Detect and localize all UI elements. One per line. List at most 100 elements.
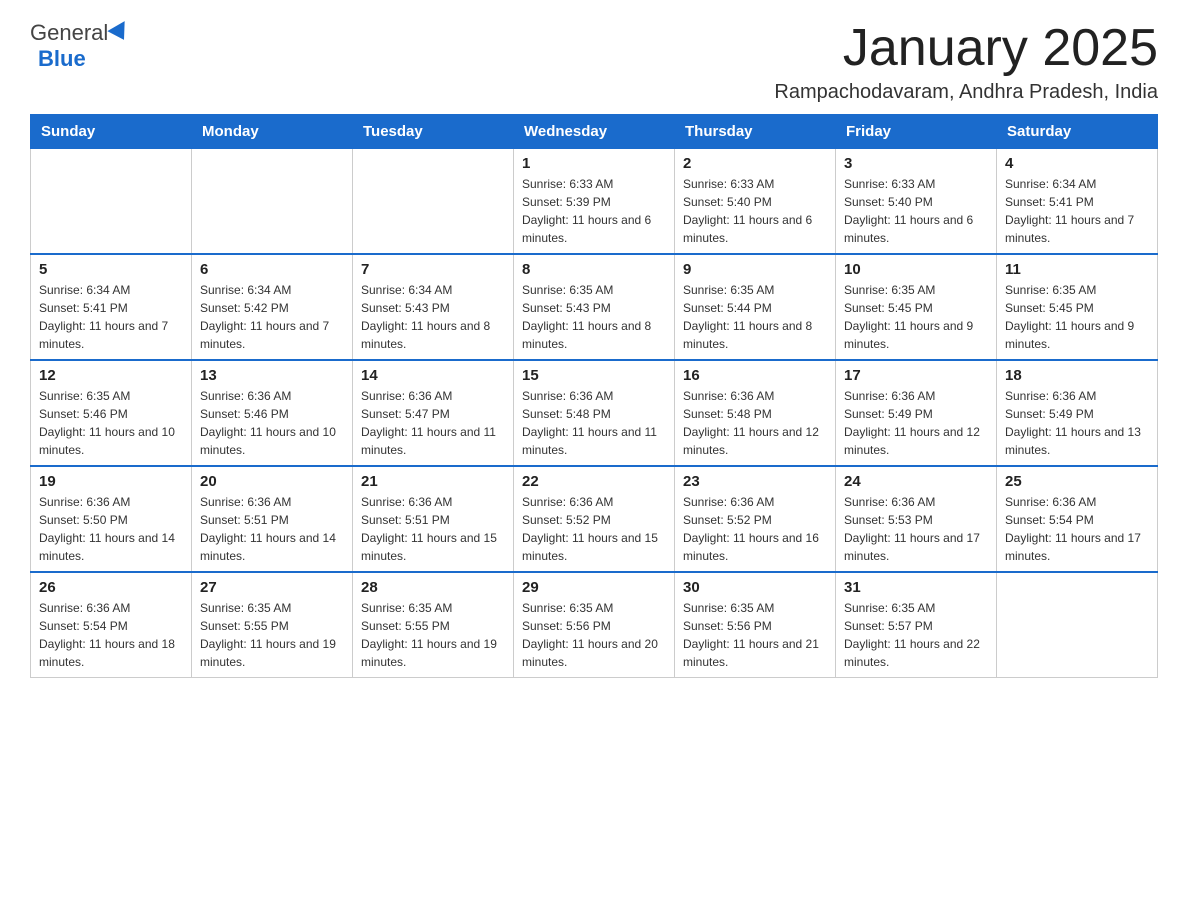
calendar-cell — [31, 149, 192, 255]
logo: General Blue — [30, 20, 132, 72]
day-info: Sunrise: 6:36 AMSunset: 5:48 PMDaylight:… — [522, 387, 666, 459]
calendar-cell: 5 Sunrise: 6:34 AMSunset: 5:41 PMDaylight… — [31, 254, 192, 360]
day-number: 23 — [683, 473, 827, 490]
day-info: Sunrise: 6:36 AMSunset: 5:47 PMDaylight:… — [361, 387, 505, 459]
calendar-header-sunday: Sunday — [31, 115, 192, 149]
day-info: Sunrise: 6:35 AMSunset: 5:55 PMDaylight:… — [200, 599, 344, 671]
calendar-cell: 17 Sunrise: 6:36 AMSunset: 5:49 PMDayligh… — [836, 360, 997, 466]
calendar-week-row: 26Sunrise: 6:36 AMSunset: 5:54 PMDayligh… — [31, 572, 1158, 678]
calendar-week-row: 12Sunrise: 6:35 AMSunset: 5:46 PMDayligh… — [31, 360, 1158, 466]
calendar-cell: 31Sunrise: 6:35 AMSunset: 5:57 PMDayligh… — [836, 572, 997, 678]
day-info: Sunrise: 6:33 AMSunset: 5:40 PMDaylight:… — [844, 175, 988, 247]
calendar-cell — [192, 149, 353, 255]
day-info: Sunrise: 6:36 AMSunset: 5:54 PMDaylight:… — [1005, 493, 1149, 565]
calendar-cell: 7Sunrise: 6:34 AMSunset: 5:43 PMDaylight… — [353, 254, 514, 360]
day-info: Sunrise: 6:34 AMSunset: 5:41 PMDaylight:… — [39, 281, 183, 353]
day-number: 29 — [522, 579, 666, 596]
calendar-header-wednesday: Wednesday — [514, 115, 675, 149]
calendar-cell: 18 Sunrise: 6:36 AMSunset: 5:49 PMDayligh… — [997, 360, 1158, 466]
day-number: 11 — [1005, 261, 1149, 278]
day-info: Sunrise: 6:36 AMSunset: 5:52 PMDaylight:… — [522, 493, 666, 565]
calendar-cell: 8Sunrise: 6:35 AMSunset: 5:43 PMDaylight… — [514, 254, 675, 360]
calendar-cell: 6 Sunrise: 6:34 AMSunset: 5:42 PMDaylight… — [192, 254, 353, 360]
logo-line1: General — [30, 20, 132, 46]
day-info: Sunrise: 6:35 AMSunset: 5:56 PMDaylight:… — [522, 599, 666, 671]
day-number: 20 — [200, 473, 344, 490]
day-number: 15 — [522, 367, 666, 384]
day-number: 8 — [522, 261, 666, 278]
day-number: 5 — [39, 261, 183, 278]
calendar-cell: 11 Sunrise: 6:35 AMSunset: 5:45 PMDayligh… — [997, 254, 1158, 360]
day-info: Sunrise: 6:35 AMSunset: 5:45 PMDaylight:… — [844, 281, 988, 353]
day-number: 26 — [39, 579, 183, 596]
day-info: Sunrise: 6:36 AMSunset: 5:46 PMDaylight:… — [200, 387, 344, 459]
calendar-header-saturday: Saturday — [997, 115, 1158, 149]
calendar-cell: 25 Sunrise: 6:36 AMSunset: 5:54 PMDayligh… — [997, 466, 1158, 572]
day-number: 18 — [1005, 367, 1149, 384]
day-number: 10 — [844, 261, 988, 278]
day-number: 28 — [361, 579, 505, 596]
day-info: Sunrise: 6:35 AMSunset: 5:45 PMDaylight:… — [1005, 281, 1149, 353]
calendar-cell: 24 Sunrise: 6:36 AMSunset: 5:53 PMDayligh… — [836, 466, 997, 572]
day-number: 12 — [39, 367, 183, 384]
page-header: General Blue January 2025 Rampachodavara… — [30, 20, 1158, 104]
day-info: Sunrise: 6:35 AMSunset: 5:56 PMDaylight:… — [683, 599, 827, 671]
day-number: 14 — [361, 367, 505, 384]
calendar-cell: 26Sunrise: 6:36 AMSunset: 5:54 PMDayligh… — [31, 572, 192, 678]
day-number: 4 — [1005, 155, 1149, 172]
day-info: Sunrise: 6:36 AMSunset: 5:50 PMDaylight:… — [39, 493, 183, 565]
calendar-cell: 2 Sunrise: 6:33 AMSunset: 5:40 PMDaylight… — [675, 149, 836, 255]
calendar-cell: 9Sunrise: 6:35 AMSunset: 5:44 PMDaylight… — [675, 254, 836, 360]
day-info: Sunrise: 6:36 AMSunset: 5:51 PMDaylight:… — [200, 493, 344, 565]
day-info: Sunrise: 6:33 AMSunset: 5:39 PMDaylight:… — [522, 175, 666, 247]
day-number: 21 — [361, 473, 505, 490]
calendar-header-tuesday: Tuesday — [353, 115, 514, 149]
day-number: 2 — [683, 155, 827, 172]
calendar-cell — [997, 572, 1158, 678]
calendar-cell: 19 Sunrise: 6:36 AMSunset: 5:50 PMDayligh… — [31, 466, 192, 572]
day-number: 7 — [361, 261, 505, 278]
day-info: Sunrise: 6:36 AMSunset: 5:53 PMDaylight:… — [844, 493, 988, 565]
calendar-header-monday: Monday — [192, 115, 353, 149]
title-block: January 2025 Rampachodavaram, Andhra Pra… — [774, 20, 1158, 104]
day-info: Sunrise: 6:35 AMSunset: 5:57 PMDaylight:… — [844, 599, 988, 671]
day-number: 6 — [200, 261, 344, 278]
calendar-header-thursday: Thursday — [675, 115, 836, 149]
calendar-week-row: 1 Sunrise: 6:33 AMSunset: 5:39 PMDaylight… — [31, 149, 1158, 255]
day-number: 25 — [1005, 473, 1149, 490]
day-info: Sunrise: 6:35 AMSunset: 5:55 PMDaylight:… — [361, 599, 505, 671]
calendar-cell: 10 Sunrise: 6:35 AMSunset: 5:45 PMDayligh… — [836, 254, 997, 360]
day-info: Sunrise: 6:36 AMSunset: 5:48 PMDaylight:… — [683, 387, 827, 459]
day-number: 24 — [844, 473, 988, 490]
day-number: 16 — [683, 367, 827, 384]
day-number: 19 — [39, 473, 183, 490]
logo-triangle-icon — [108, 21, 133, 45]
calendar-cell — [353, 149, 514, 255]
day-info: Sunrise: 6:36 AMSunset: 5:52 PMDaylight:… — [683, 493, 827, 565]
calendar-cell: 20 Sunrise: 6:36 AMSunset: 5:51 PMDayligh… — [192, 466, 353, 572]
day-number: 27 — [200, 579, 344, 596]
day-number: 17 — [844, 367, 988, 384]
calendar-cell: 3 Sunrise: 6:33 AMSunset: 5:40 PMDaylight… — [836, 149, 997, 255]
day-info: Sunrise: 6:36 AMSunset: 5:49 PMDaylight:… — [844, 387, 988, 459]
calendar-week-row: 19 Sunrise: 6:36 AMSunset: 5:50 PMDayligh… — [31, 466, 1158, 572]
calendar-header-friday: Friday — [836, 115, 997, 149]
calendar-cell: 22Sunrise: 6:36 AMSunset: 5:52 PMDayligh… — [514, 466, 675, 572]
month-title: January 2025 — [774, 20, 1158, 77]
calendar-cell: 1 Sunrise: 6:33 AMSunset: 5:39 PMDaylight… — [514, 149, 675, 255]
calendar-cell: 29 Sunrise: 6:35 AMSunset: 5:56 PMDayligh… — [514, 572, 675, 678]
location: Rampachodavaram, Andhra Pradesh, India — [774, 81, 1158, 104]
calendar-cell: 14 Sunrise: 6:36 AMSunset: 5:47 PMDayligh… — [353, 360, 514, 466]
calendar-cell: 28 Sunrise: 6:35 AMSunset: 5:55 PMDayligh… — [353, 572, 514, 678]
calendar-cell: 27 Sunrise: 6:35 AMSunset: 5:55 PMDayligh… — [192, 572, 353, 678]
day-info: Sunrise: 6:34 AMSunset: 5:42 PMDaylight:… — [200, 281, 344, 353]
logo-general-text: General — [30, 20, 108, 46]
calendar-cell: 30Sunrise: 6:35 AMSunset: 5:56 PMDayligh… — [675, 572, 836, 678]
calendar-cell: 4Sunrise: 6:34 AMSunset: 5:41 PMDaylight… — [997, 149, 1158, 255]
logo-blue-text: Blue — [38, 46, 86, 71]
day-number: 3 — [844, 155, 988, 172]
day-info: Sunrise: 6:33 AMSunset: 5:40 PMDaylight:… — [683, 175, 827, 247]
day-info: Sunrise: 6:36 AMSunset: 5:51 PMDaylight:… — [361, 493, 505, 565]
day-info: Sunrise: 6:36 AMSunset: 5:49 PMDaylight:… — [1005, 387, 1149, 459]
day-number: 1 — [522, 155, 666, 172]
